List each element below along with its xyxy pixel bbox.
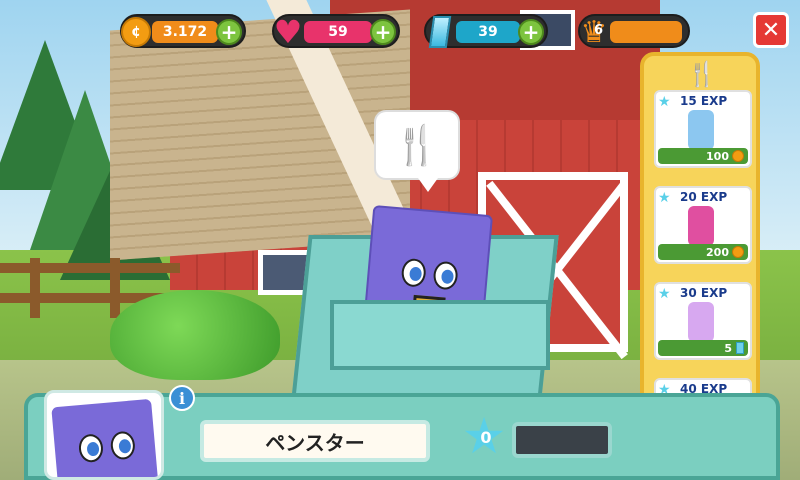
character-level: 0 <box>480 428 492 447</box>
add-hearts-button[interactable]: + <box>370 19 396 45</box>
food-item-1[interactable]: ★ 15 EXP 100 <box>654 90 752 168</box>
milk-bottle-icon <box>688 110 714 150</box>
food-item-2[interactable]: ★ 20 EXP 200 <box>654 186 752 264</box>
add-gems-button[interactable]: + <box>518 19 544 45</box>
fork-knife-icon: 🍴 <box>687 60 717 88</box>
character-portrait <box>44 390 164 480</box>
character-name: ペンスター <box>200 420 430 462</box>
coin-icon <box>732 150 744 162</box>
food-item-3[interactable]: ★ 30 EXP 5 <box>654 282 752 360</box>
exp-label: 20 EXP <box>680 190 728 204</box>
price-tag: 200 <box>658 244 748 260</box>
star-icon: ★ <box>658 94 671 110</box>
heart-counter: ♥ 59 + <box>272 13 400 51</box>
add-coins-button[interactable]: + <box>216 19 242 45</box>
exp-label: 15 EXP <box>680 94 728 108</box>
level-progress-bar <box>610 21 682 43</box>
coin-amount: 3.172 <box>152 21 218 43</box>
gem-amount: 39 <box>456 21 520 43</box>
experience-bar <box>512 422 612 458</box>
player-level: ♛ 6 <box>578 14 690 50</box>
coin-icon: ¢ <box>116 12 156 52</box>
monster-face <box>51 398 159 477</box>
star-icon: ★ <box>658 286 671 302</box>
bush <box>110 290 280 380</box>
price-tag: 100 <box>658 148 748 164</box>
milk-bottle-icon <box>688 206 714 246</box>
heart-amount: 59 <box>304 21 372 43</box>
info-button[interactable]: i <box>169 385 195 411</box>
speech-bubble-tail <box>418 178 438 192</box>
coin-counter: ¢ 3.172 + <box>120 14 246 48</box>
coin-icon <box>732 246 744 258</box>
close-button[interactable]: ✕ <box>753 12 789 48</box>
gem-icon <box>736 342 744 354</box>
price-tag: 5 <box>658 340 748 356</box>
monster-eye <box>432 260 459 291</box>
fork-knife-icon: 🍴 <box>393 122 441 167</box>
heart-icon: ♥ <box>273 13 303 51</box>
gem-counter: 39 + <box>424 14 548 48</box>
monster-eye <box>109 430 137 461</box>
monster-eye <box>77 433 105 464</box>
crystal-icon <box>420 12 460 52</box>
box-front <box>330 300 550 370</box>
monster-eye <box>400 257 427 288</box>
milk-bottle-icon <box>688 302 714 342</box>
star-icon: ★ <box>658 190 671 206</box>
exp-label: 30 EXP <box>680 286 728 300</box>
hungry-speech-bubble: 🍴 <box>374 110 460 180</box>
level-number: 6 <box>594 23 604 38</box>
